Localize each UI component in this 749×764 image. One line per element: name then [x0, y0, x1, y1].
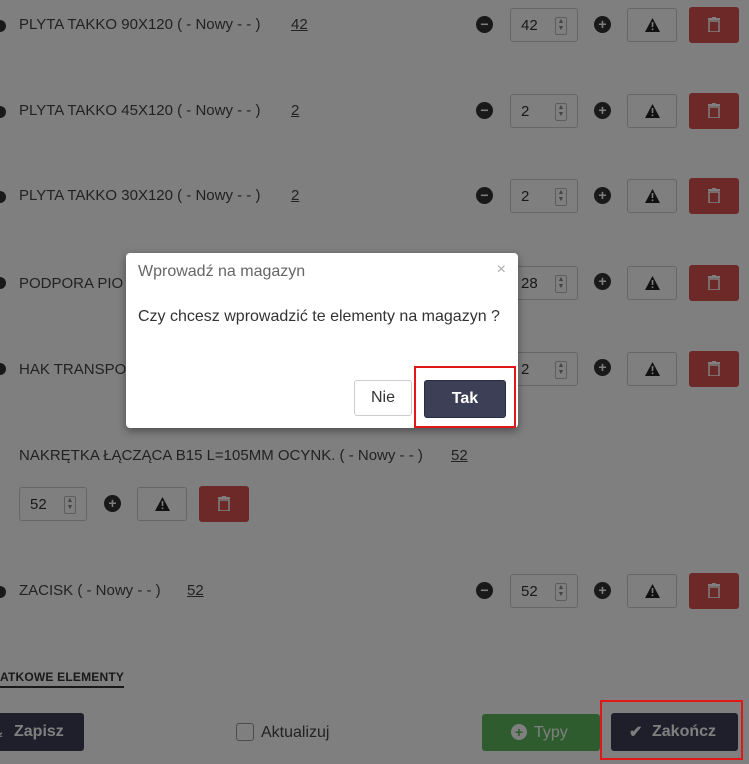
no-button[interactable]: Nie	[354, 380, 412, 416]
finish-highlight	[600, 700, 743, 760]
dialog-title: Wprowadź na magazyn	[138, 263, 306, 280]
yes-highlight	[414, 366, 516, 428]
dialog-message: Czy chcesz wprowadzić te elementy na mag…	[138, 308, 500, 325]
close-icon[interactable]: ×	[497, 261, 506, 279]
